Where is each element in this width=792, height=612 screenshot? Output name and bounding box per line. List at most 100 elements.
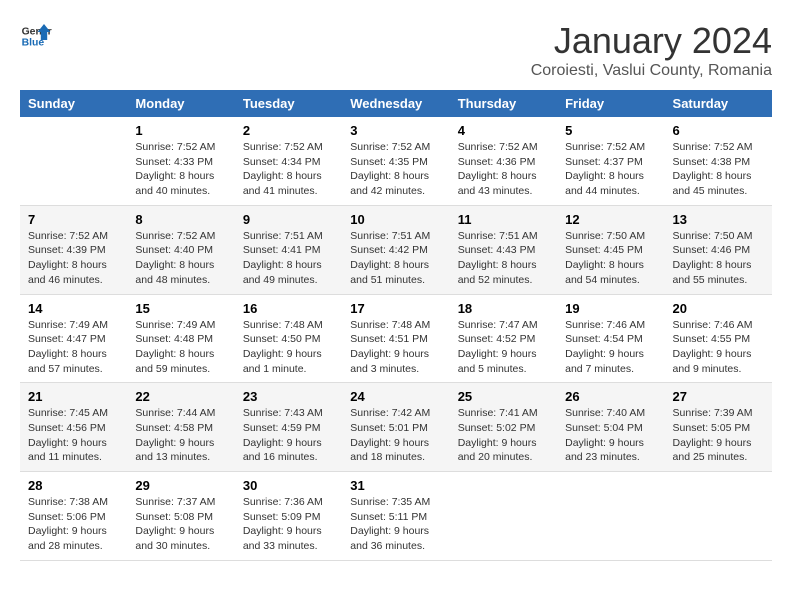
day-info: Sunrise: 7:48 AMSunset: 4:50 PMDaylight:… (243, 318, 334, 377)
day-number: 6 (673, 123, 764, 138)
logo-icon: General Blue (20, 20, 52, 52)
calendar-cell: 26 Sunrise: 7:40 AMSunset: 5:04 PMDayligh… (557, 383, 664, 472)
calendar-cell: 8 Sunrise: 7:52 AMSunset: 4:40 PMDaylight… (127, 205, 234, 294)
day-number: 9 (243, 212, 334, 227)
month-title: January 2024 (531, 20, 772, 62)
day-info: Sunrise: 7:51 AMSunset: 4:43 PMDaylight:… (458, 229, 549, 288)
day-number: 20 (673, 301, 764, 316)
calendar-cell: 22 Sunrise: 7:44 AMSunset: 4:58 PMDayligh… (127, 383, 234, 472)
day-info: Sunrise: 7:51 AMSunset: 4:42 PMDaylight:… (350, 229, 441, 288)
day-number: 24 (350, 389, 441, 404)
calendar-cell: 20 Sunrise: 7:46 AMSunset: 4:55 PMDayligh… (665, 294, 772, 383)
calendar-cell: 21Sunrise: 7:45 AMSunset: 4:56 PMDayligh… (20, 383, 127, 472)
day-number: 31 (350, 478, 441, 493)
week-row-5: 28 Sunrise: 7:38 AMSunset: 5:06 PMDayligh… (20, 472, 772, 561)
calendar-cell (557, 472, 664, 561)
calendar-cell: 15Sunrise: 7:49 AMSunset: 4:48 PMDayligh… (127, 294, 234, 383)
week-row-4: 21Sunrise: 7:45 AMSunset: 4:56 PMDayligh… (20, 383, 772, 472)
day-number: 2 (243, 123, 334, 138)
day-info: Sunrise: 7:52 AMSunset: 4:37 PMDaylight:… (565, 140, 656, 199)
week-row-3: 14 Sunrise: 7:49 AMSunset: 4:47 PMDayligh… (20, 294, 772, 383)
week-row-1: 1 Sunrise: 7:52 AMSunset: 4:33 PMDaylight… (20, 117, 772, 205)
calendar-cell: 5 Sunrise: 7:52 AMSunset: 4:37 PMDaylight… (557, 117, 664, 205)
calendar-cell: 16 Sunrise: 7:48 AMSunset: 4:50 PMDayligh… (235, 294, 342, 383)
day-info: Sunrise: 7:39 AMSunset: 5:05 PMDaylight:… (673, 406, 764, 465)
calendar-cell: 10 Sunrise: 7:51 AMSunset: 4:42 PMDayligh… (342, 205, 449, 294)
calendar-cell: 13 Sunrise: 7:50 AMSunset: 4:46 PMDayligh… (665, 205, 772, 294)
day-info: Sunrise: 7:46 AMSunset: 4:55 PMDaylight:… (673, 318, 764, 377)
day-info: Sunrise: 7:52 AMSunset: 4:33 PMDaylight:… (135, 140, 226, 199)
day-number: 25 (458, 389, 549, 404)
calendar-cell: 30Sunrise: 7:36 AMSunset: 5:09 PMDayligh… (235, 472, 342, 561)
day-info: Sunrise: 7:50 AMSunset: 4:46 PMDaylight:… (673, 229, 764, 288)
calendar-cell (665, 472, 772, 561)
day-header-friday: Friday (557, 90, 664, 117)
day-number: 17 (350, 301, 441, 316)
calendar-cell: 3 Sunrise: 7:52 AMSunset: 4:35 PMDaylight… (342, 117, 449, 205)
calendar-cell: 24 Sunrise: 7:42 AMSunset: 5:01 PMDayligh… (342, 383, 449, 472)
day-number: 14 (28, 301, 119, 316)
day-number: 26 (565, 389, 656, 404)
day-info: Sunrise: 7:52 AMSunset: 4:39 PMDaylight:… (28, 229, 119, 288)
day-number: 29 (135, 478, 226, 493)
day-info: Sunrise: 7:48 AMSunset: 4:51 PMDaylight:… (350, 318, 441, 377)
day-number: 23 (243, 389, 334, 404)
calendar-cell: 19 Sunrise: 7:46 AMSunset: 4:54 PMDayligh… (557, 294, 664, 383)
calendar-cell: 31 Sunrise: 7:35 AMSunset: 5:11 PMDayligh… (342, 472, 449, 561)
day-info: Sunrise: 7:47 AMSunset: 4:52 PMDaylight:… (458, 318, 549, 377)
day-number: 27 (673, 389, 764, 404)
day-header-thursday: Thursday (450, 90, 557, 117)
day-number: 1 (135, 123, 226, 138)
title-area: January 2024 Coroiesti, Vaslui County, R… (531, 20, 772, 80)
day-info: Sunrise: 7:46 AMSunset: 4:54 PMDaylight:… (565, 318, 656, 377)
day-info: Sunrise: 7:52 AMSunset: 4:35 PMDaylight:… (350, 140, 441, 199)
day-info: Sunrise: 7:40 AMSunset: 5:04 PMDaylight:… (565, 406, 656, 465)
subtitle: Coroiesti, Vaslui County, Romania (531, 62, 772, 80)
day-info: Sunrise: 7:52 AMSunset: 4:34 PMDaylight:… (243, 140, 334, 199)
calendar-cell: 23Sunrise: 7:43 AMSunset: 4:59 PMDayligh… (235, 383, 342, 472)
calendar-cell: 28 Sunrise: 7:38 AMSunset: 5:06 PMDayligh… (20, 472, 127, 561)
day-info: Sunrise: 7:49 AMSunset: 4:47 PMDaylight:… (28, 318, 119, 377)
calendar-cell (450, 472, 557, 561)
day-info: Sunrise: 7:50 AMSunset: 4:45 PMDaylight:… (565, 229, 656, 288)
day-number: 22 (135, 389, 226, 404)
calendar-cell: 1 Sunrise: 7:52 AMSunset: 4:33 PMDaylight… (127, 117, 234, 205)
day-number: 5 (565, 123, 656, 138)
day-number: 21 (28, 389, 119, 404)
day-header-saturday: Saturday (665, 90, 772, 117)
day-header-wednesday: Wednesday (342, 90, 449, 117)
day-number: 11 (458, 212, 549, 227)
day-number: 13 (673, 212, 764, 227)
day-info: Sunrise: 7:44 AMSunset: 4:58 PMDaylight:… (135, 406, 226, 465)
day-number: 10 (350, 212, 441, 227)
day-info: Sunrise: 7:35 AMSunset: 5:11 PMDaylight:… (350, 495, 441, 554)
calendar-table: SundayMondayTuesdayWednesdayThursdayFrid… (20, 90, 772, 561)
day-info: Sunrise: 7:42 AMSunset: 5:01 PMDaylight:… (350, 406, 441, 465)
day-info: Sunrise: 7:52 AMSunset: 4:40 PMDaylight:… (135, 229, 226, 288)
day-info: Sunrise: 7:52 AMSunset: 4:36 PMDaylight:… (458, 140, 549, 199)
day-header-monday: Monday (127, 90, 234, 117)
day-number: 8 (135, 212, 226, 227)
calendar-cell (20, 117, 127, 205)
calendar-cell: 29 Sunrise: 7:37 AMSunset: 5:08 PMDayligh… (127, 472, 234, 561)
day-number: 19 (565, 301, 656, 316)
day-number: 28 (28, 478, 119, 493)
day-number: 4 (458, 123, 549, 138)
day-info: Sunrise: 7:37 AMSunset: 5:08 PMDaylight:… (135, 495, 226, 554)
day-info: Sunrise: 7:51 AMSunset: 4:41 PMDaylight:… (243, 229, 334, 288)
day-info: Sunrise: 7:36 AMSunset: 5:09 PMDaylight:… (243, 495, 334, 554)
day-number: 15 (135, 301, 226, 316)
calendar-cell: 27 Sunrise: 7:39 AMSunset: 5:05 PMDayligh… (665, 383, 772, 472)
day-number: 16 (243, 301, 334, 316)
calendar-cell: 4 Sunrise: 7:52 AMSunset: 4:36 PMDaylight… (450, 117, 557, 205)
logo: General Blue (20, 20, 52, 52)
day-header-sunday: Sunday (20, 90, 127, 117)
day-number: 18 (458, 301, 549, 316)
day-info: Sunrise: 7:38 AMSunset: 5:06 PMDaylight:… (28, 495, 119, 554)
day-number: 12 (565, 212, 656, 227)
week-row-2: 7Sunrise: 7:52 AMSunset: 4:39 PMDaylight… (20, 205, 772, 294)
day-number: 3 (350, 123, 441, 138)
calendar-cell: 25Sunrise: 7:41 AMSunset: 5:02 PMDayligh… (450, 383, 557, 472)
calendar-cell: 7Sunrise: 7:52 AMSunset: 4:39 PMDaylight… (20, 205, 127, 294)
header-row: SundayMondayTuesdayWednesdayThursdayFrid… (20, 90, 772, 117)
